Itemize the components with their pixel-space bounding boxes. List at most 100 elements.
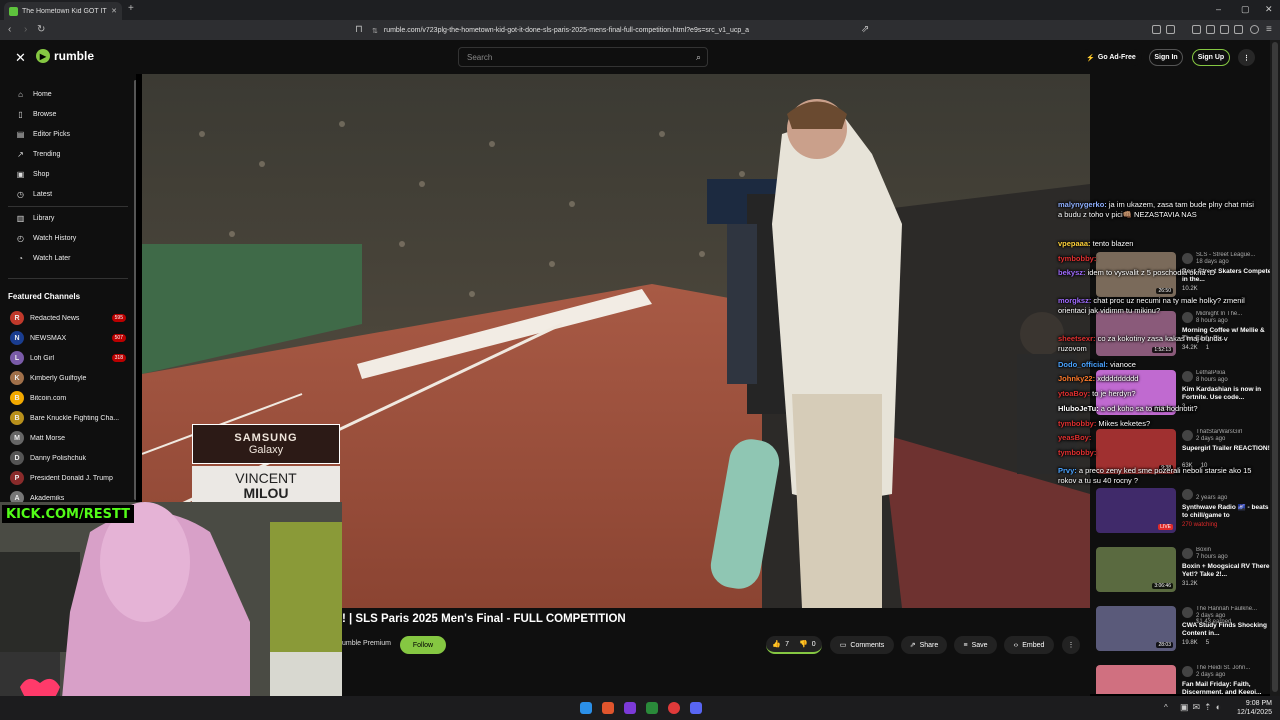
- featured-channel-item[interactable]: N NEWSMAX 507: [10, 331, 126, 345]
- related-video-card[interactable]: 28:03 The Hannah Faulkne... 2 days ago $1.4…: [1096, 606, 1267, 654]
- xbox-taskbar-icon[interactable]: [646, 702, 658, 714]
- save-label: Save: [971, 641, 988, 649]
- chat-username[interactable]: malynygerko:: [1058, 200, 1107, 209]
- obs-taskbar-icon[interactable]: [668, 702, 680, 714]
- chat-username[interactable]: tymbobby:: [1058, 419, 1096, 428]
- sidebar-toggle-icon[interactable]: [1206, 25, 1215, 34]
- bookmark-icon[interactable]: ⊓: [355, 24, 363, 35]
- url-text: rumble.com/v723plg-the-hometown-kid-got-…: [383, 27, 750, 34]
- system-tray-icons[interactable]: ▣✉⇡◐: [1180, 702, 1225, 713]
- chat-username[interactable]: tymbobby:: [1058, 448, 1096, 457]
- download-icon[interactable]: [1192, 25, 1201, 34]
- chat-username[interactable]: Dodo_official:: [1058, 360, 1108, 369]
- go-ad-free-button[interactable]: ⚡ Go Ad-Free: [1080, 49, 1142, 66]
- sidebar-item-library[interactable]: ▥ Library: [16, 214, 55, 223]
- vpn-icon[interactable]: [1250, 25, 1259, 34]
- page-scrollbar[interactable]: [1270, 40, 1280, 696]
- sign-up-button[interactable]: Sign Up: [1192, 49, 1230, 66]
- featured-channel-item[interactable]: R Redacted News 595: [10, 311, 126, 325]
- chat-username[interactable]: ytoaBoy:: [1058, 389, 1090, 398]
- sidebar-item-browse[interactable]: ▯ Browse: [16, 110, 56, 119]
- extensions-icon[interactable]: [1152, 25, 1161, 34]
- related-channel[interactable]: The Heidi St. John...: [1196, 665, 1270, 671]
- featured-channel-item[interactable]: P President Donald J. Trump: [10, 471, 126, 485]
- channel-name[interactable]: umble Premium: [342, 640, 391, 647]
- featured-channel-item[interactable]: B Bitcoin.com: [10, 391, 126, 405]
- sidebar-item-latest[interactable]: ◷ Latest: [16, 190, 52, 199]
- embed-button[interactable]: ‹› Embed: [1004, 636, 1054, 654]
- new-tab-icon[interactable]: +: [128, 3, 134, 14]
- thumbs-up-icon[interactable]: 👍: [772, 640, 781, 648]
- maximize-icon[interactable]: ▢: [1241, 4, 1250, 15]
- rumble-favicon-icon: [9, 6, 18, 16]
- related-video-card[interactable]: The Heidi St. John... 2 days ago Fan Mail …: [1096, 665, 1266, 694]
- share-button[interactable]: ⇗ Share: [901, 636, 947, 654]
- reload-icon[interactable]: ↻: [37, 24, 45, 35]
- sidebar-item-watch-history[interactable]: ◴ Watch History: [16, 234, 76, 243]
- chat-username[interactable]: vpepaaa:: [1058, 239, 1091, 248]
- related-title[interactable]: Boxin + Moogsical RV There Yet!? Take 2!…: [1182, 563, 1270, 579]
- browser-menu-icon[interactable]: ≡: [1266, 24, 1272, 35]
- chat-username[interactable]: tymbobby:: [1058, 254, 1096, 263]
- related-title[interactable]: CWA Study Finds Shocking Content in...: [1182, 622, 1270, 638]
- chat-username[interactable]: yeasBoy:: [1058, 433, 1091, 442]
- sidebar-item-shop[interactable]: ▣ Shop: [16, 170, 50, 179]
- search-input[interactable]: Search ⌕: [458, 47, 708, 67]
- live-count-badge: 507: [111, 334, 126, 342]
- minimize-icon[interactable]: –: [1216, 4, 1221, 14]
- related-title[interactable]: Fan Mail Friday: Faith, Discernment, and…: [1182, 681, 1270, 694]
- featured-channel-item[interactable]: M Matt Morse: [10, 431, 126, 445]
- wallet-icon[interactable]: [1220, 25, 1229, 34]
- chat-username[interactable]: Prvy:: [1058, 466, 1077, 475]
- related-title[interactable]: Synthwave Radio 🌌 - beats to chill/game …: [1182, 504, 1270, 520]
- app-taskbar-icon[interactable]: [624, 702, 636, 714]
- more-options-icon[interactable]: ⋮: [1238, 49, 1255, 66]
- sidebar-scrollbar[interactable]: [134, 80, 136, 500]
- sidebar-item-trending[interactable]: ↗ Trending: [16, 150, 60, 159]
- back-icon[interactable]: ‹: [8, 24, 11, 35]
- sidebar-item-watch-later[interactable]: ◔ Watch Later: [16, 254, 70, 263]
- featured-channel-item[interactable]: K Kimberly Guilfoyle: [10, 371, 126, 385]
- video-thumbnail[interactable]: [1096, 665, 1176, 694]
- chat-username[interactable]: Johnky22:: [1058, 374, 1095, 383]
- sidebar-item-editor-picks[interactable]: ▤ Editor Picks: [16, 130, 70, 139]
- sidebar-item-home[interactable]: ⌂ Home: [16, 90, 52, 99]
- tray-chevron-icon[interactable]: ^: [1164, 703, 1168, 712]
- thumbs-down-icon[interactable]: 👎: [799, 640, 808, 648]
- follow-button[interactable]: Follow: [400, 636, 446, 654]
- rumble-logo[interactable]: ▶ rumble: [36, 49, 94, 63]
- close-menu-icon[interactable]: ✕: [15, 50, 26, 66]
- tab-close-icon[interactable]: ✕: [111, 7, 117, 15]
- sign-in-button[interactable]: Sign In: [1149, 49, 1183, 66]
- close-window-icon[interactable]: ✕: [1265, 4, 1273, 15]
- site-settings-icon[interactable]: ⇅: [372, 27, 378, 35]
- leo-icon[interactable]: [1234, 25, 1243, 34]
- chat-username[interactable]: HluboJeTu:: [1058, 404, 1099, 413]
- url-field[interactable]: ⇅ rumble.com/v723plg-the-hometown-kid-go…: [372, 24, 872, 37]
- search-icon[interactable]: ⌕: [696, 52, 701, 63]
- save-button[interactable]: ≡ Save: [954, 636, 997, 654]
- tab-manager-icon[interactable]: [1166, 25, 1175, 34]
- browser-tab[interactable]: The Hometown Kid GOT IT D ✕: [4, 2, 122, 20]
- featured-channel-item[interactable]: L Lofi Girl 318: [10, 351, 126, 365]
- video-more-icon[interactable]: ⋮: [1062, 636, 1080, 654]
- related-channel[interactable]: Boxin: [1196, 547, 1270, 553]
- video-thumbnail[interactable]: 28:03: [1096, 606, 1176, 651]
- brave-taskbar-icon[interactable]: [602, 702, 614, 714]
- forward-icon[interactable]: ›: [24, 24, 27, 35]
- chat-username[interactable]: sheetsexr:: [1058, 334, 1096, 343]
- comments-button[interactable]: ▭ Comments: [830, 636, 894, 654]
- scrollbar-thumb[interactable]: [1272, 42, 1278, 692]
- chat-username[interactable]: bekysz:: [1058, 268, 1086, 277]
- related-channel[interactable]: The Hannah Faulkne...: [1196, 606, 1270, 612]
- discord-taskbar-icon[interactable]: [690, 702, 702, 714]
- related-video-card[interactable]: 3:06:46 Boxin 7 hours ago Boxin + Moogsical…: [1096, 547, 1269, 595]
- chat-username[interactable]: morgksz:: [1058, 296, 1091, 305]
- share-url-icon[interactable]: ⇗: [861, 24, 869, 35]
- video-thumbnail[interactable]: 3:06:46: [1096, 547, 1176, 592]
- start-menu-icon[interactable]: [580, 702, 592, 714]
- featured-channel-item[interactable]: D Danny Polishchuk: [10, 451, 126, 465]
- clock[interactable]: 9:08 PM 12/14/2025: [1236, 699, 1272, 717]
- chat-message: Dodo_official: vianoce: [1058, 360, 1258, 370]
- featured-channel-item[interactable]: B Bare Knuckle Fighting Cha...: [10, 411, 126, 425]
